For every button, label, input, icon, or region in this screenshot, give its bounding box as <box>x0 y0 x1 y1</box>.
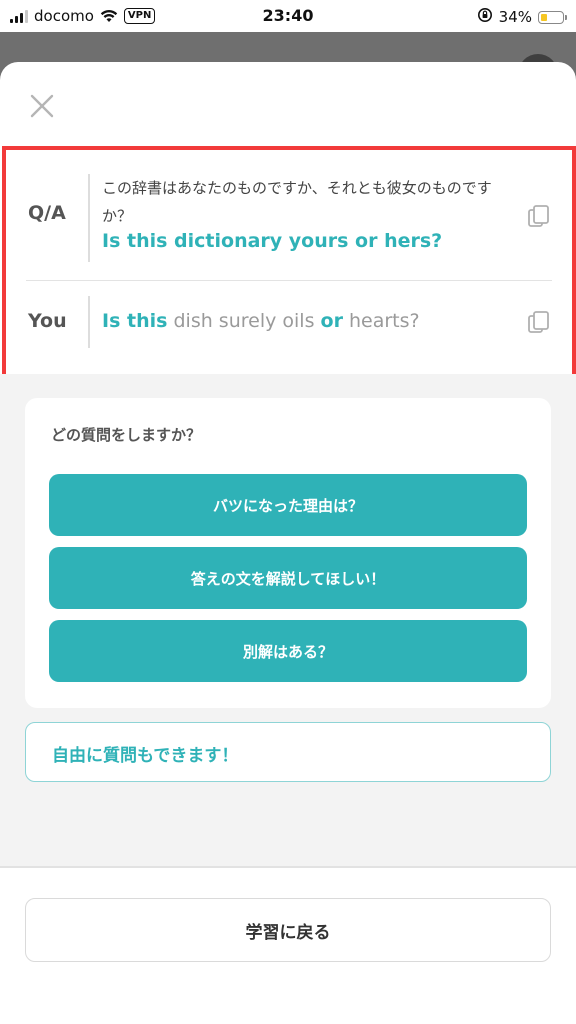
you-row: You Is this dish surely oils or hearts? <box>26 280 552 386</box>
question-option-button[interactable]: バツになった理由は？ <box>49 474 527 536</box>
qa-highlight-box: Q/A この辞書はあなたのものですか、それとも彼女のものですか？ Is this… <box>2 146 576 392</box>
question-japanese: この辞書はあなたのものですか、それとも彼女のものですか？ <box>102 179 492 225</box>
copy-answer-button[interactable] <box>526 204 552 230</box>
rotation-lock-icon <box>477 7 493 27</box>
free-question-label: 自由に質問もできます！ <box>52 746 239 766</box>
divider <box>0 866 576 868</box>
status-bar-right: 34% <box>477 7 567 27</box>
status-bar: docomo VPN 23:40 34% <box>0 0 576 32</box>
battery-icon <box>538 10 567 24</box>
back-to-study-button[interactable]: 学習に戻る <box>25 898 551 962</box>
user-answer-correct-part: Is this <box>102 310 168 332</box>
answer-english: Is this dictionary yours or hers? <box>102 230 443 252</box>
question-option-button[interactable]: 答えの文を解説してほしい！ <box>49 547 527 609</box>
you-label: You <box>28 310 67 332</box>
user-answer-wrong-part: hearts? <box>342 310 420 332</box>
battery-level <box>541 13 547 21</box>
user-answer-wrong-part: dish surely oils <box>167 310 321 332</box>
copy-icon <box>528 311 549 333</box>
qa-row: Q/A この辞書はあなたのものですか、それとも彼女のものですか？ Is this… <box>26 150 552 281</box>
copy-icon <box>528 205 549 227</box>
close-button[interactable] <box>24 88 60 124</box>
user-answer: Is this dish surely oils or hearts? <box>102 310 420 332</box>
question-option-button[interactable]: 別解はある？ <box>49 620 527 682</box>
question-area: どの質問をしますか？ バツになった理由は？ 答えの文を解説してほしい！ 別解はあ… <box>0 374 576 866</box>
copy-user-answer-button[interactable] <box>526 310 552 336</box>
battery-percent: 34% <box>498 8 532 26</box>
question-card-title: どの質問をしますか？ <box>51 426 202 444</box>
you-divider <box>88 296 90 348</box>
qa-label: Q/A <box>28 202 66 224</box>
qa-divider <box>88 174 90 262</box>
free-question-button[interactable]: 自由に質問もできます！ <box>25 722 551 782</box>
question-card: どの質問をしますか？ バツになった理由は？ 答えの文を解説してほしい！ 別解はあ… <box>25 398 551 708</box>
user-answer-correct-part: or <box>320 310 343 332</box>
question-sheet: Q/A この辞書はあなたのものですか、それとも彼女のものですか？ Is this… <box>0 62 576 1024</box>
close-icon <box>30 94 54 118</box>
